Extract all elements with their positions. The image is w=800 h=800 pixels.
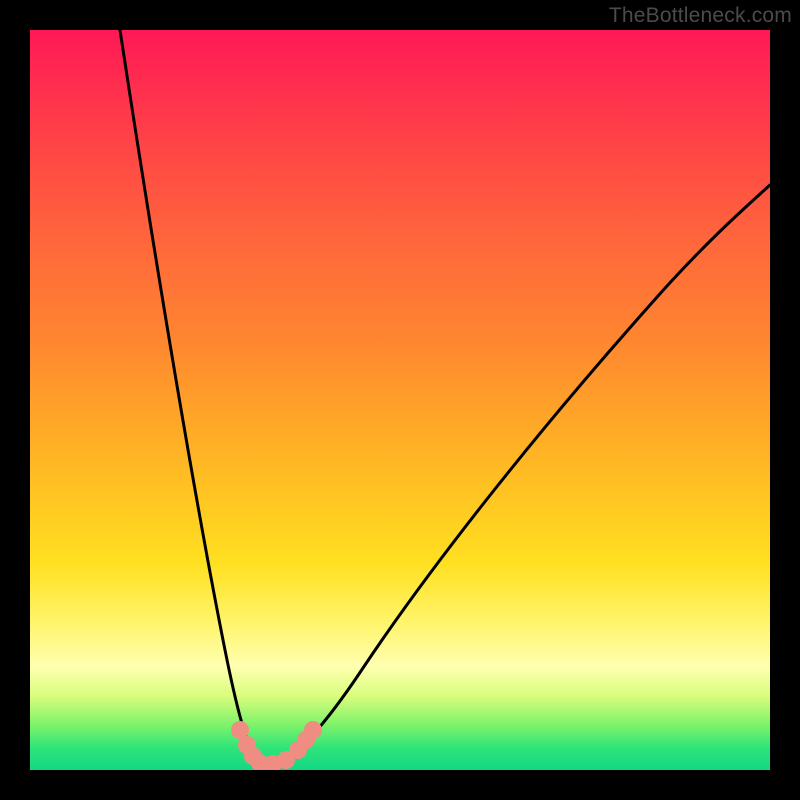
curve-layer — [30, 30, 770, 770]
plot-area — [30, 30, 770, 770]
chart-frame: TheBottleneck.com — [0, 0, 800, 800]
watermark-text: TheBottleneck.com — [609, 4, 792, 28]
curve-markers — [231, 721, 322, 770]
marker-dot — [304, 721, 322, 739]
bottleneck-curve — [120, 30, 770, 766]
